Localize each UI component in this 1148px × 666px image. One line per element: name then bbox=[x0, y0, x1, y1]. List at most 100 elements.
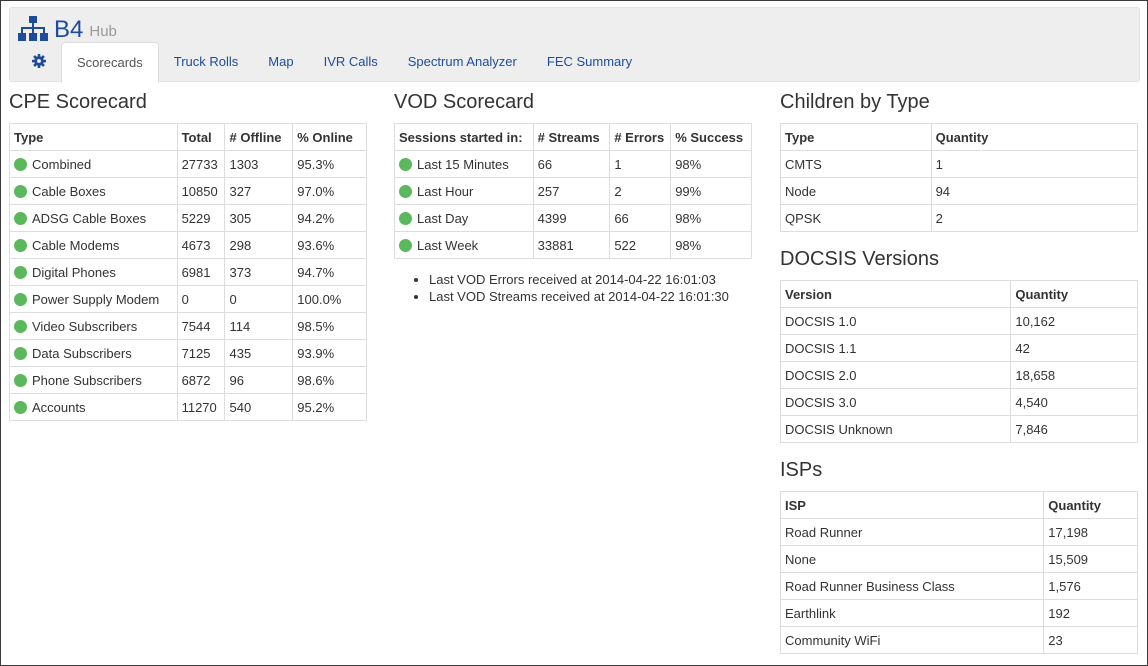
status-ok-icon bbox=[399, 184, 412, 198]
table-cell: 5229 bbox=[176, 204, 226, 232]
isps-table: ISP Quantity Road Runner 17,198 None 15,509 R… bbox=[779, 491, 1138, 654]
table-cell: DOCSIS 1.1 bbox=[779, 334, 1012, 362]
status-ok-icon bbox=[399, 211, 412, 225]
table-cell: 6981 bbox=[176, 258, 226, 286]
tab-map[interactable]: Map bbox=[253, 42, 308, 83]
row-label: Digital Phones bbox=[32, 264, 116, 280]
table-cell: CMTS bbox=[780, 150, 932, 178]
tab-settings[interactable] bbox=[10, 42, 61, 83]
tab-spectrum-analyzer[interactable]: Spectrum Analyzer bbox=[393, 42, 532, 83]
table-row: Last Hour 257 2 99% bbox=[394, 177, 752, 205]
table-cell: 23 bbox=[1043, 626, 1138, 654]
table-cell: 7,846 bbox=[1010, 415, 1138, 443]
table-cell: 257 bbox=[532, 177, 611, 205]
vod-scorecard-title: VOD Scorecard bbox=[394, 91, 535, 113]
table-cell: 66 bbox=[609, 204, 672, 232]
status-ok-icon bbox=[14, 373, 27, 387]
column-header: Type bbox=[780, 123, 932, 151]
table-row: Cable Boxes 10850 327 97.0% bbox=[9, 177, 367, 205]
table-cell: 305 bbox=[224, 204, 294, 232]
status-ok-icon bbox=[14, 400, 27, 414]
app-window: B4 Hub Scorecards Truck Rolls Map IVR Ca… bbox=[0, 0, 1148, 666]
table-cell: 0 bbox=[176, 285, 226, 313]
row-label: Combined bbox=[32, 156, 92, 172]
table-cell: 93.9% bbox=[292, 339, 367, 367]
docsis-versions-title: DOCSIS Versions bbox=[780, 248, 939, 270]
status-ok-icon bbox=[399, 238, 412, 252]
top-navbar: B4 Hub Scorecards Truck Rolls Map IVR Ca… bbox=[9, 7, 1140, 83]
table-cell: 2 bbox=[609, 177, 672, 205]
table-row: Digital Phones 6981 373 94.7% bbox=[9, 258, 367, 286]
table-row: Last Day 4399 66 98% bbox=[394, 204, 752, 232]
table-cell: 2 bbox=[930, 204, 1139, 232]
table-cell: 66 bbox=[532, 150, 611, 178]
table-cell: 1 bbox=[930, 150, 1139, 178]
table-cell: 4,540 bbox=[1010, 388, 1138, 416]
table-cell: 93.6% bbox=[292, 231, 367, 259]
table-row: Earthlink 192 bbox=[779, 599, 1138, 627]
table-row: Phone Subscribers 6872 96 98.6% bbox=[9, 366, 367, 394]
table-cell: Digital Phones bbox=[9, 258, 178, 286]
table-cell: 98% bbox=[670, 204, 752, 232]
table-cell: Road Runner Business Class bbox=[779, 572, 1045, 600]
children-by-type-title: Children by Type bbox=[780, 91, 930, 113]
table-cell: 435 bbox=[224, 339, 294, 367]
status-ok-icon bbox=[14, 319, 27, 333]
table-cell: 11270 bbox=[176, 393, 226, 421]
table-cell: Last Week bbox=[394, 231, 534, 259]
cpe-scorecard-section: CPE Scorecard Type Total # Offline% Online… bbox=[9, 89, 367, 421]
table-row: Cable Modems 4673 298 93.6% bbox=[9, 231, 367, 259]
table-cell: 42 bbox=[1010, 334, 1138, 362]
table-cell: 94 bbox=[930, 177, 1139, 205]
table-row: Road Runner Business Class 1,576 bbox=[779, 572, 1138, 600]
table-row: Road Runner 17,198 bbox=[779, 518, 1138, 546]
table-row: Community WiFi 23 bbox=[779, 626, 1138, 654]
table-cell: DOCSIS 1.0 bbox=[779, 307, 1012, 335]
table-cell: 0 bbox=[224, 285, 294, 313]
status-ok-icon bbox=[14, 346, 27, 360]
table-row: Node 94 bbox=[780, 177, 1139, 205]
table-cell: 6872 bbox=[176, 366, 226, 394]
tab-scorecards[interactable]: Scorecards bbox=[61, 42, 159, 83]
column-header: # Offline bbox=[224, 123, 294, 151]
table-cell: 1,576 bbox=[1043, 572, 1138, 600]
brand[interactable]: B4 Hub bbox=[18, 14, 117, 44]
table-header-row: Version Quantity bbox=[779, 280, 1138, 308]
status-ok-icon bbox=[14, 211, 27, 225]
vod-scorecard-section: VOD Scorecard Sessions started in: # Stre… bbox=[394, 89, 752, 305]
table-row: Data Subscribers 7125 435 93.9% bbox=[9, 339, 367, 367]
tab-fec-summary[interactable]: FEC Summary bbox=[532, 42, 647, 83]
table-cell: Data Subscribers bbox=[9, 339, 178, 367]
column-header: % Online bbox=[292, 123, 367, 151]
tab-truck-rolls[interactable]: Truck Rolls bbox=[159, 42, 254, 83]
table-row: DOCSIS 3.0 4,540 bbox=[779, 388, 1138, 416]
table-header-row: Type Total # Offline% Online bbox=[9, 123, 367, 151]
table-cell: ADSG Cable Boxes bbox=[9, 204, 178, 232]
table-cell: 100.0% bbox=[292, 285, 367, 313]
table-cell: 1 bbox=[609, 150, 672, 178]
table-cell: 7544 bbox=[176, 312, 226, 340]
table-cell: 327 bbox=[224, 177, 294, 205]
table-cell: Node bbox=[780, 177, 932, 205]
table-row: DOCSIS 1.0 10,162 bbox=[779, 307, 1138, 335]
table-cell: 4673 bbox=[176, 231, 226, 259]
gear-icon bbox=[32, 54, 46, 68]
table-cell: 94.7% bbox=[292, 258, 367, 286]
row-label: Cable Boxes bbox=[32, 183, 106, 199]
table-cell: 94.2% bbox=[292, 204, 367, 232]
table-cell: 98.5% bbox=[292, 312, 367, 340]
tab-ivr-calls[interactable]: IVR Calls bbox=[309, 42, 393, 83]
app-title: B4 bbox=[54, 16, 84, 43]
cpe-scorecard-table: Type Total # Offline% Online Combined 27733… bbox=[9, 123, 367, 421]
table-cell: 98% bbox=[670, 231, 752, 259]
table-cell: Last Day bbox=[394, 204, 534, 232]
table-header-row: ISP Quantity bbox=[779, 491, 1138, 519]
table-cell: 95.3% bbox=[292, 150, 367, 178]
table-cell: 98% bbox=[670, 150, 752, 178]
table-cell: 17,198 bbox=[1043, 518, 1138, 546]
isps-title: ISPs bbox=[780, 459, 823, 481]
table-cell: DOCSIS 3.0 bbox=[779, 388, 1012, 416]
row-label: Last Hour bbox=[417, 183, 474, 199]
right-column: Children by Type Type Quantity CMTS 1 Node 9… bbox=[779, 89, 1139, 654]
children-by-type-table: Type Quantity CMTS 1 Node 94 QPSK 2 bbox=[780, 123, 1139, 232]
